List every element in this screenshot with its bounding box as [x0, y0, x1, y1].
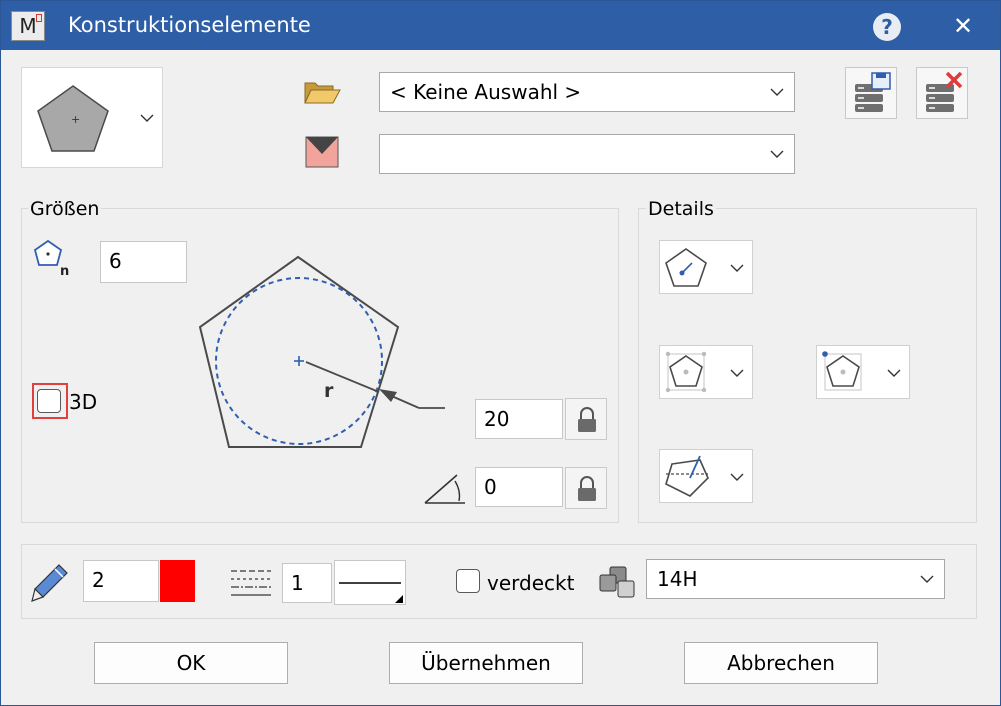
- pentagon-radius-icon: [665, 248, 707, 287]
- layer-combo[interactable]: [379, 134, 795, 174]
- folder-combo[interactable]: < Keine Auswahl >: [379, 72, 795, 112]
- app-icon: M: [11, 11, 45, 41]
- database-save-icon: [855, 72, 891, 112]
- radius-symbol: r: [324, 380, 334, 402]
- polygon-sides-icon: n: [33, 239, 69, 277]
- sides-input[interactable]: 6: [100, 241, 187, 283]
- chevron-down-icon: [770, 150, 784, 158]
- save-database-button[interactable]: [845, 67, 897, 119]
- style-combo[interactable]: 14H: [646, 559, 945, 599]
- lock-icon: [578, 407, 596, 432]
- folder-open-icon: [304, 82, 341, 104]
- svg-text:+: +: [71, 113, 80, 126]
- chevron-down-icon: [730, 473, 744, 481]
- chevron-down-icon: [140, 114, 154, 122]
- app-icon-badge: [36, 14, 42, 22]
- radius-lock-button[interactable]: [565, 398, 607, 440]
- chevron-down-icon: [887, 369, 901, 377]
- center-point-dropdown[interactable]: [659, 240, 753, 294]
- chevron-down-icon: [770, 88, 784, 96]
- dialog-window: M Konstruktionselemente ? ✕ + < Keine Au…: [0, 0, 1001, 706]
- app-icon-letter: M: [19, 14, 37, 38]
- sizes-group-label: Größen: [28, 198, 102, 220]
- line-type-input[interactable]: 1: [282, 563, 332, 603]
- folder-combo-value: < Keine Auswahl >: [390, 80, 582, 104]
- rotation-dropdown[interactable]: [659, 449, 753, 503]
- close-icon[interactable]: ✕: [947, 9, 979, 43]
- database-delete-icon: [926, 71, 963, 112]
- check-3d[interactable]: [37, 389, 61, 413]
- delete-database-button[interactable]: [916, 67, 968, 119]
- pentagon-corner-icon: [822, 351, 862, 391]
- pentagon-rotated-icon: [665, 455, 709, 497]
- pentagon-bbox-icon: [665, 351, 707, 393]
- pen-icon: [31, 564, 68, 602]
- chevron-down-icon: [920, 575, 934, 583]
- angle-input[interactable]: 0: [475, 467, 563, 507]
- title-bar: M Konstruktionselemente ? ✕: [1, 1, 1000, 50]
- help-icon[interactable]: ?: [873, 13, 901, 41]
- svg-text:n: n: [60, 264, 69, 277]
- pen-color-swatch[interactable]: [160, 560, 195, 602]
- check-3d-label: 3D: [69, 390, 98, 414]
- cancel-button[interactable]: Abbrechen: [684, 642, 878, 684]
- line-type-icon: [231, 570, 271, 596]
- hidden-checkbox-label: verdeckt: [487, 571, 575, 595]
- style-combo-value: 14H: [657, 567, 698, 591]
- details-group-label: Details: [646, 198, 716, 220]
- chevron-down-icon: [730, 369, 744, 377]
- hidden-checkbox[interactable]: [456, 569, 480, 593]
- layer-color-icon: [305, 136, 339, 168]
- shape-selector-button[interactable]: +: [21, 67, 163, 168]
- pen-thickness-input[interactable]: 2: [83, 560, 159, 602]
- bounding-box-dropdown[interactable]: [659, 345, 753, 399]
- lock-icon: [578, 476, 596, 501]
- line-type-preview-button[interactable]: [334, 560, 406, 605]
- angle-icon: [424, 474, 465, 504]
- reference-point-dropdown[interactable]: [816, 345, 910, 399]
- chevron-down-icon: [730, 264, 744, 272]
- angle-lock-button[interactable]: [565, 467, 607, 509]
- window-title: Konstruktionselemente: [68, 13, 311, 37]
- apply-button[interactable]: Übernehmen: [389, 642, 583, 684]
- solid-line-preview-icon: [339, 582, 403, 603]
- style-layers-icon: [599, 566, 635, 598]
- radius-diagram: r: [198, 255, 445, 448]
- radius-input[interactable]: 20: [475, 399, 563, 439]
- ok-button[interactable]: OK: [94, 642, 288, 684]
